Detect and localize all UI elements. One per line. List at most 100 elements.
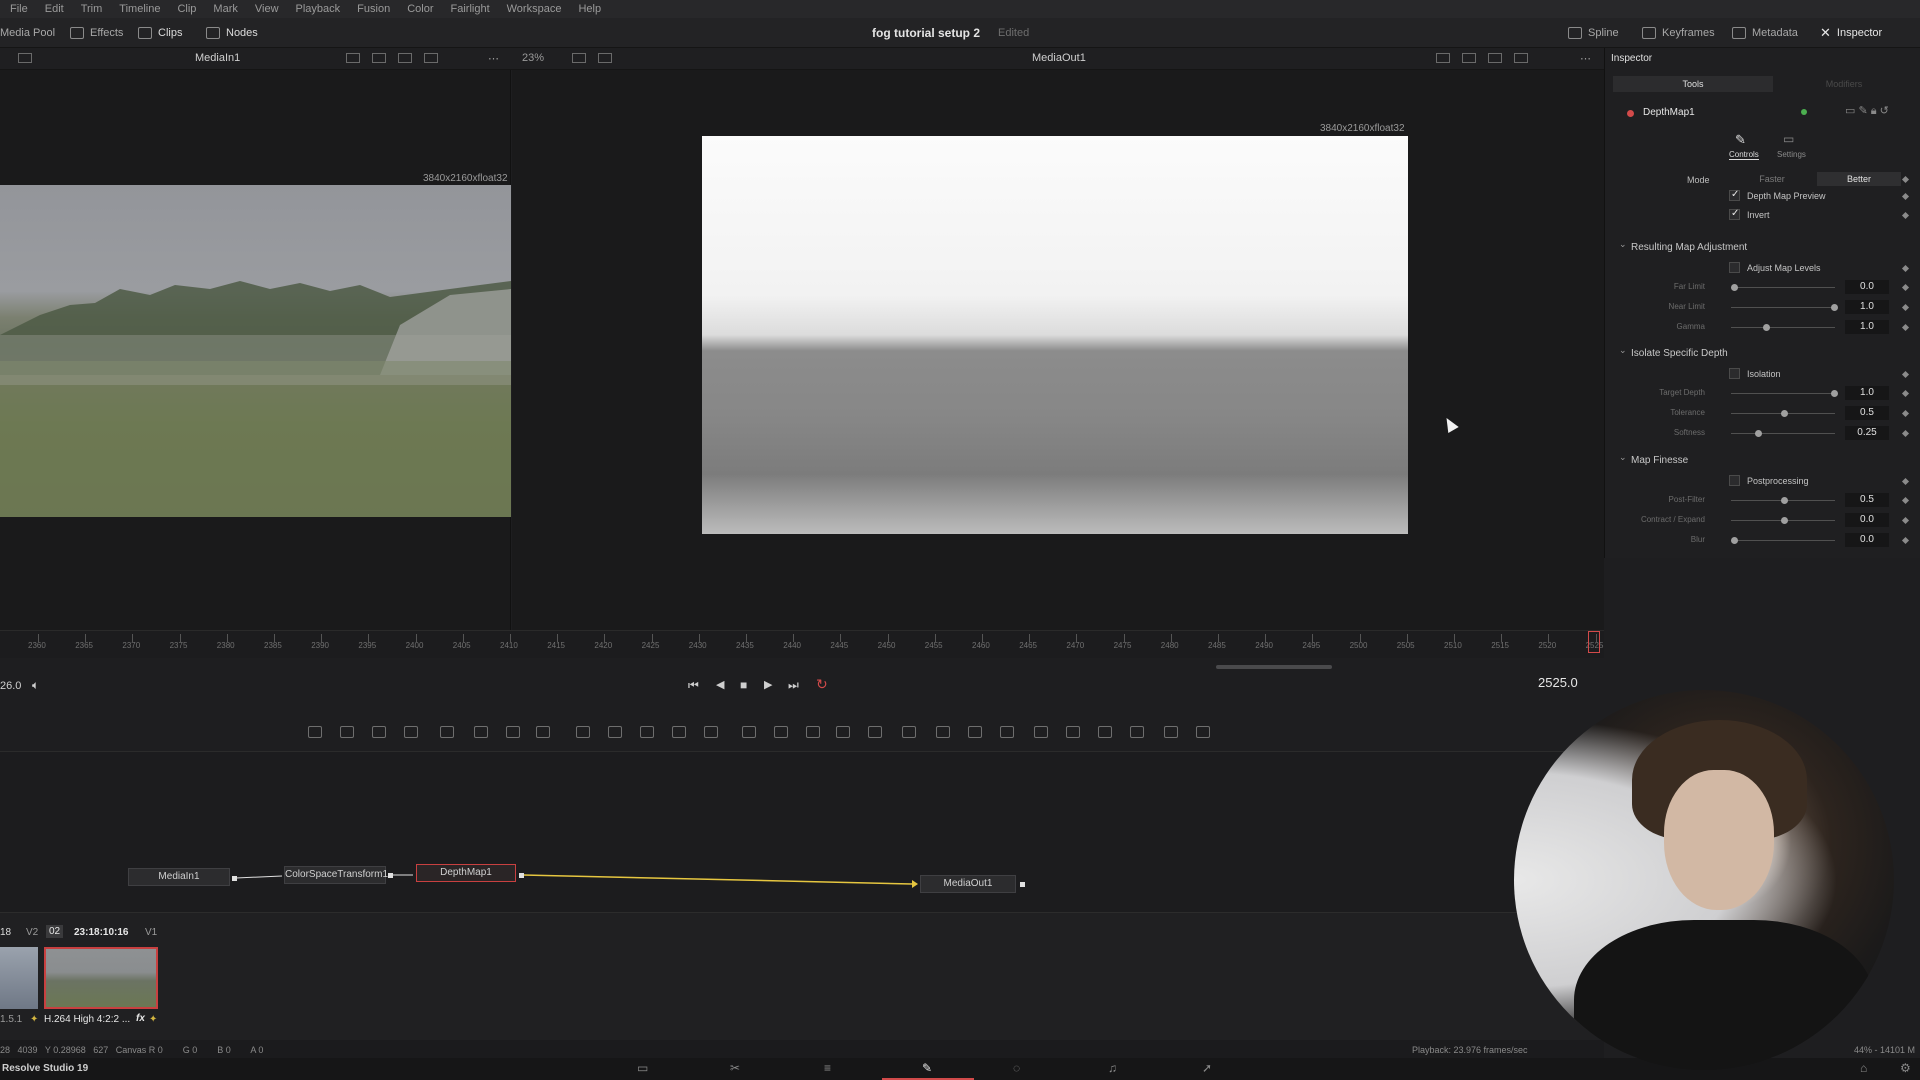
tool-icon[interactable] [672, 726, 686, 738]
deliver-page-icon[interactable]: ➚ [1202, 1061, 1212, 1075]
enabled-indicator[interactable] [1801, 109, 1807, 115]
keyframe-diamond-icon[interactable] [1901, 192, 1910, 201]
mode-faster[interactable]: Faster [1729, 172, 1815, 186]
slider-knob[interactable] [1781, 517, 1788, 524]
keyframe-diamond-icon[interactable] [1901, 536, 1910, 545]
menu-color[interactable]: Color [407, 3, 433, 15]
spline-button[interactable]: Spline [1568, 18, 1619, 48]
gamma-slider[interactable] [1731, 324, 1835, 331]
tool-icon[interactable] [774, 726, 788, 738]
chevron-down-icon[interactable]: ⌄ [1619, 452, 1627, 463]
far-limit-value[interactable]: 0.0 [1845, 280, 1889, 294]
near-limit-slider[interactable] [1731, 304, 1838, 311]
target-depth-value[interactable]: 1.0 [1845, 386, 1889, 400]
tab-modifiers[interactable]: Modifiers [1775, 76, 1913, 92]
tool-icon[interactable] [704, 726, 718, 738]
tool-icon[interactable] [1000, 726, 1014, 738]
left-frame-value[interactable]: 26.0 [0, 680, 21, 692]
node-output-port[interactable] [388, 873, 393, 878]
menu-clip[interactable]: Clip [177, 3, 196, 15]
play-icon[interactable]: ▶ [764, 678, 772, 691]
tool-icon[interactable] [1130, 726, 1144, 738]
section-map-finesse[interactable]: Map Finesse [1631, 455, 1688, 466]
keyframe-diamond-icon[interactable] [1901, 211, 1910, 220]
node-mediaout1[interactable]: MediaOut1 [920, 875, 1016, 893]
tolerance-value[interactable]: 0.5 [1845, 406, 1889, 420]
chevron-down-icon[interactable]: ⌄ [1619, 345, 1627, 356]
tool-icon[interactable] [608, 726, 622, 738]
menu-playback[interactable]: Playback [296, 3, 341, 15]
keyframe-diamond-icon[interactable] [1901, 283, 1910, 292]
menu-fairlight[interactable]: Fairlight [451, 3, 490, 15]
post-filter-value[interactable]: 0.5 [1845, 493, 1889, 507]
loop-icon[interactable]: ↻ [816, 676, 828, 693]
settings-gear-icon[interactable]: ⚙ [1900, 1061, 1911, 1075]
tool-icon[interactable] [1196, 726, 1210, 738]
playhead[interactable] [1588, 631, 1600, 653]
node-mediain1[interactable]: MediaIn1 [128, 868, 230, 886]
clip-thumbnail-prev[interactable] [0, 947, 38, 1009]
viewer-mode-controls[interactable] [566, 52, 618, 64]
adjust-map-levels-checkbox[interactable] [1729, 262, 1740, 273]
softness-slider[interactable] [1731, 430, 1835, 437]
tool-icon[interactable] [968, 726, 982, 738]
tool-icon[interactable] [404, 726, 418, 738]
keyframe-diamond-icon[interactable] [1901, 323, 1910, 332]
slider-knob[interactable] [1731, 537, 1738, 544]
left-viewer-controls[interactable] [340, 52, 444, 64]
nodes-button[interactable]: Nodes [206, 18, 258, 48]
right-viewer-options-icon[interactable]: ⋯ [1580, 52, 1591, 65]
subtab-controls[interactable]: Controls [1729, 150, 1759, 160]
slider-knob[interactable] [1831, 390, 1838, 397]
postprocessing-checkbox[interactable] [1729, 475, 1740, 486]
contract-expand-slider[interactable] [1731, 517, 1835, 524]
keyframe-diamond-icon[interactable] [1901, 175, 1910, 184]
contract-expand-value[interactable]: 0.0 [1845, 513, 1889, 527]
media-pool-button[interactable]: Media Pool [0, 18, 55, 48]
post-filter-slider[interactable] [1731, 497, 1835, 504]
keyframe-diamond-icon[interactable] [1901, 477, 1910, 486]
menu-edit[interactable]: Edit [45, 3, 64, 15]
color-page-icon[interactable]: ◌ [1013, 1061, 1020, 1075]
tool-icon[interactable] [440, 726, 454, 738]
tolerance-slider[interactable] [1731, 410, 1835, 417]
menu-help[interactable]: Help [578, 3, 601, 15]
keyframe-diamond-icon[interactable] [1901, 516, 1910, 525]
node-depthmap1[interactable]: DepthMap1 [416, 864, 516, 882]
menu-view[interactable]: View [255, 3, 279, 15]
time-ruler[interactable]: 2360 2365 2370 2375 2380 2385 2390 2395 2400 2405… [0, 630, 1604, 658]
tool-icon[interactable] [536, 726, 550, 738]
timeline-scrollbar[interactable] [1216, 665, 1332, 669]
menu-workspace[interactable]: Workspace [507, 3, 562, 15]
tool-icon[interactable] [806, 726, 820, 738]
fairlight-page-icon[interactable]: ♫ [1108, 1061, 1117, 1075]
left-viewer[interactable]: 3840x2160xfloat32 [0, 70, 511, 630]
tool-icon[interactable] [836, 726, 850, 738]
metadata-button[interactable]: Metadata [1732, 18, 1798, 48]
viewer-layout-icon[interactable] [12, 52, 38, 64]
keyframe-diamond-icon[interactable] [1901, 370, 1910, 379]
tool-icon[interactable] [372, 726, 386, 738]
tool-icon[interactable] [340, 726, 354, 738]
menu-trim[interactable]: Trim [81, 3, 103, 15]
keyframes-button[interactable]: Keyframes [1642, 18, 1715, 48]
viewer-options-icon[interactable]: ⋯ [488, 52, 499, 65]
node-colorspacetransform1[interactable]: ColorSpaceTransform1 [284, 866, 388, 884]
stop-icon[interactable]: ■ [740, 678, 747, 692]
menu-timeline[interactable]: Timeline [119, 3, 160, 15]
audio-icon[interactable]: 🔈︎ [32, 678, 39, 693]
cut-page-icon[interactable]: ✂ [730, 1061, 740, 1075]
menu-mark[interactable]: Mark [213, 3, 237, 15]
slider-knob[interactable] [1781, 410, 1788, 417]
menu-file[interactable]: File [10, 3, 28, 15]
current-frame[interactable]: 2525.0 [1538, 675, 1578, 690]
keyframe-diamond-icon[interactable] [1901, 264, 1910, 273]
settings-icon[interactable]: ▭ [1783, 132, 1794, 146]
tool-icon[interactable] [1164, 726, 1178, 738]
tool-icon[interactable] [868, 726, 882, 738]
inspector-node-name[interactable]: DepthMap1 [1643, 107, 1695, 118]
node-editor[interactable]: MediaIn1 ColorSpaceTransform1 DepthMap1 … [0, 752, 1604, 912]
tool-icon[interactable] [640, 726, 654, 738]
controls-icon[interactable]: ✎ [1735, 132, 1746, 148]
chevron-down-icon[interactable]: ⌄ [1619, 239, 1627, 250]
